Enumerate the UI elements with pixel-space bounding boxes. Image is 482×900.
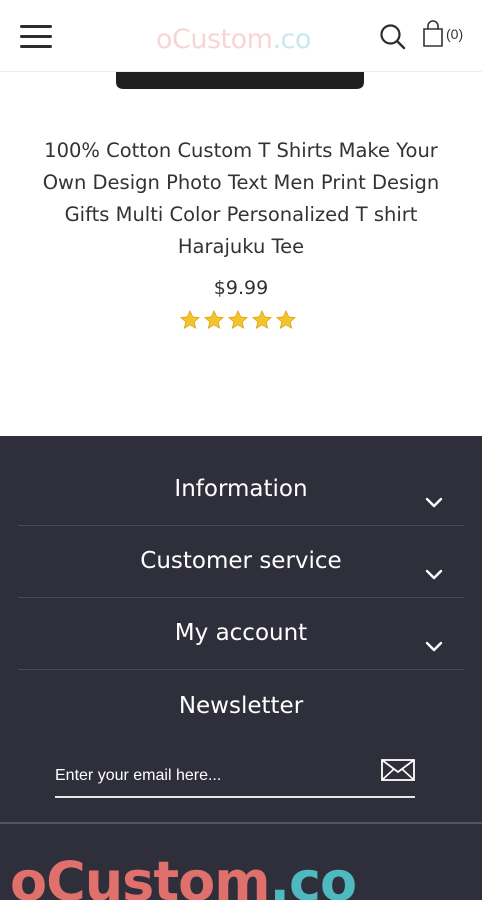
product-title[interactable]: 100% Cotton Custom T Shirts Make Your Ow… — [30, 135, 452, 263]
footer-logo[interactable]: oCustom.co — [10, 842, 357, 900]
footer-section-label: Customer service — [140, 548, 342, 574]
shopping-bag-icon — [423, 20, 443, 47]
logo-text-suffix: .co — [272, 24, 311, 55]
hamburger-menu-icon[interactable] — [20, 25, 52, 49]
footer: Information Customer service My account — [0, 436, 482, 900]
chevron-down-icon — [425, 641, 443, 652]
footer-section-information[interactable]: Information — [18, 454, 464, 526]
newsletter-title: Newsletter — [178, 693, 304, 719]
footer-section-customer-service[interactable]: Customer service — [18, 526, 464, 598]
product-image[interactable] — [116, 72, 364, 92]
star-icon — [275, 309, 297, 330]
product-price: $9.99 — [213, 277, 269, 299]
newsletter-submit-button[interactable] — [380, 756, 416, 784]
header-bar: oCustom.co (0) — [0, 0, 482, 72]
footer-section-label: My account — [174, 620, 308, 646]
search-icon[interactable] — [378, 22, 408, 52]
footer-section-my-account[interactable]: My account — [18, 598, 464, 670]
cart-count: (0) — [446, 26, 464, 42]
star-icon — [251, 309, 273, 330]
star-icon — [227, 309, 249, 330]
envelope-icon — [381, 759, 415, 781]
footer-section-label: Information — [174, 476, 308, 502]
footer-logo-text-main: oCustom — [10, 850, 270, 900]
footer-divider — [0, 822, 482, 824]
star-icon — [179, 309, 201, 330]
newsletter-email-input[interactable] — [55, 760, 375, 792]
logo-text-main: oCustom — [156, 24, 273, 55]
chevron-down-icon — [425, 569, 443, 580]
header-logo[interactable]: oCustom.co — [156, 20, 316, 60]
cart-button[interactable]: (0) — [422, 20, 470, 50]
email-input-underline — [55, 796, 415, 798]
footer-logo-text-suffix: .co — [269, 850, 358, 900]
chevron-down-icon — [425, 497, 443, 508]
star-rating — [178, 309, 298, 333]
star-icon — [203, 309, 225, 330]
